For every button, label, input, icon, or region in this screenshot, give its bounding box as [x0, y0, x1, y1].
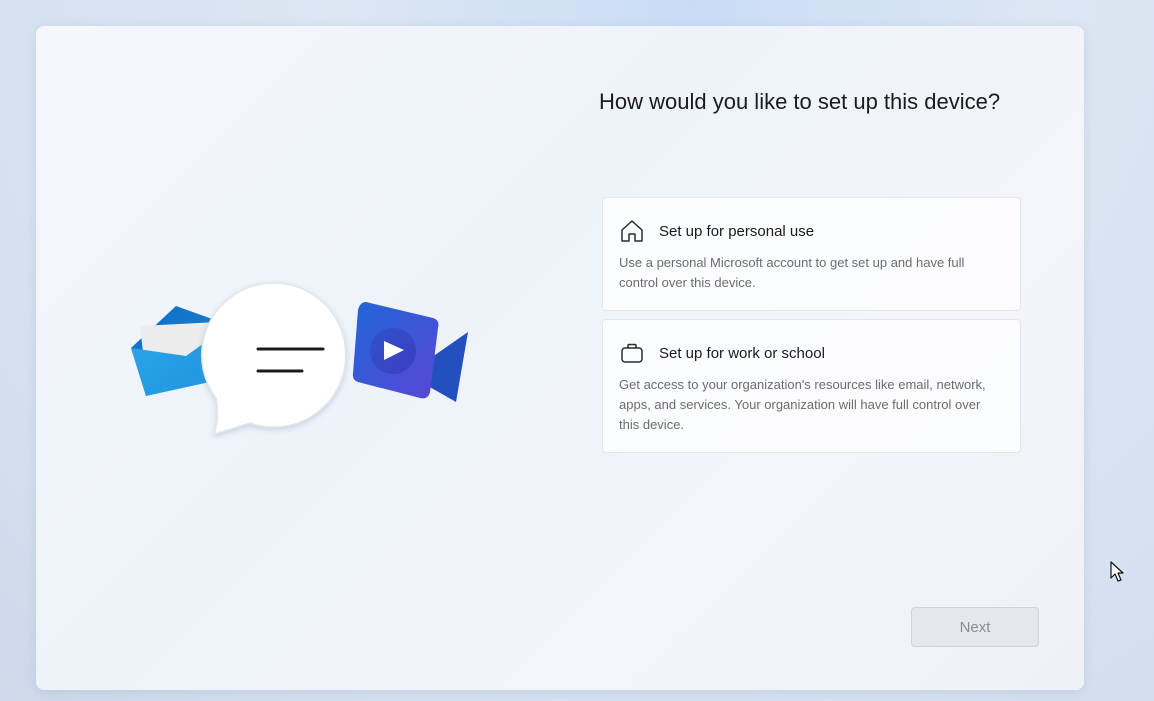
home-icon [621, 220, 643, 242]
option-description: Use a personal Microsoft account to get … [619, 255, 965, 290]
setup-window: How would you like to set up this device… [36, 26, 1084, 690]
setup-illustration [131, 282, 468, 436]
page-title: How would you like to set up this device… [599, 89, 1001, 114]
mouse-cursor-icon [1110, 561, 1124, 582]
option-title: Set up for work or school [659, 345, 825, 362]
chat-bubble-icon [201, 282, 347, 436]
personal-use-option[interactable]: Set up for personal use Use a personal M… [602, 197, 1021, 311]
next-button[interactable]: Next [911, 607, 1039, 647]
video-camera-icon [352, 302, 468, 402]
option-description: Get access to your organization's resour… [619, 377, 986, 432]
work-or-school-option[interactable]: Set up for work or school Get access to … [602, 319, 1021, 453]
briefcase-icon [621, 343, 643, 363]
option-title: Set up for personal use [659, 223, 815, 240]
